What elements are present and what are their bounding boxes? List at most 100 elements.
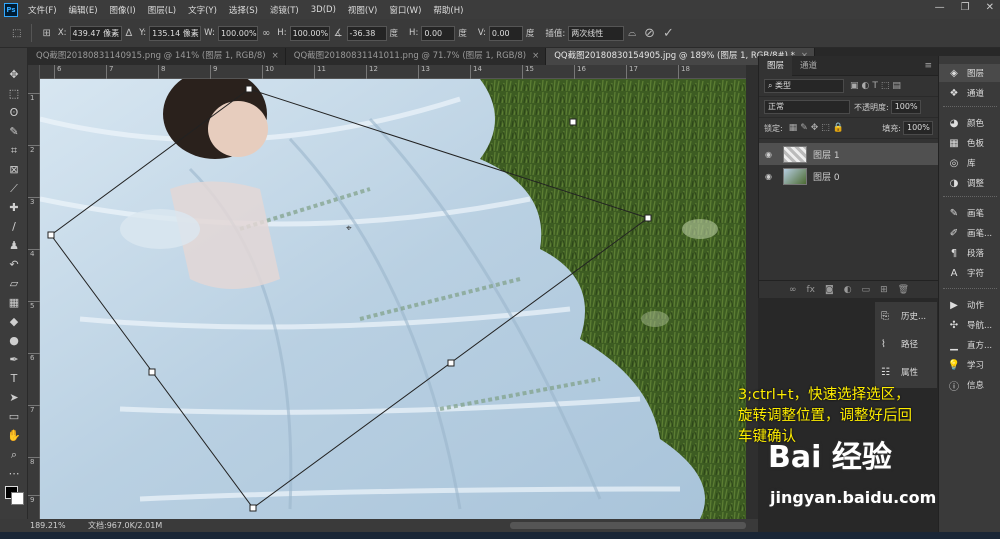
transform-handle[interactable] bbox=[644, 214, 652, 222]
tab-channels[interactable]: 通道 bbox=[792, 56, 825, 76]
paths-panel-button[interactable]: ⌇ 路径 bbox=[875, 330, 937, 358]
h-field[interactable]: 100.00% bbox=[289, 25, 330, 41]
move-tool-icon[interactable]: ✥ bbox=[7, 68, 21, 82]
tab-document-1[interactable]: QQ截图20180831140915.png @ 141% (图层 1, RGB… bbox=[28, 48, 286, 65]
fx-icon[interactable]: fx bbox=[806, 285, 815, 295]
dock-color[interactable]: ◕ 颜色 bbox=[939, 114, 1000, 132]
close-icon[interactable]: × bbox=[532, 48, 539, 65]
warp-icon[interactable]: ⌓ bbox=[628, 28, 636, 39]
dock-navigator[interactable]: ✣ 导航... bbox=[939, 316, 1000, 334]
transform-handle[interactable] bbox=[148, 368, 156, 376]
layer-row[interactable]: ◉ 图层 0 bbox=[759, 165, 938, 187]
new-layer-icon[interactable]: ⊞ bbox=[880, 285, 888, 295]
transform-handle[interactable] bbox=[249, 504, 257, 512]
cancel-transform-icon[interactable]: ⊘ bbox=[644, 26, 655, 41]
menu-select[interactable]: 选择(S) bbox=[229, 4, 258, 16]
eye-icon[interactable]: ◉ bbox=[765, 150, 777, 159]
close-icon[interactable]: × bbox=[272, 48, 279, 65]
maximize-button[interactable]: ❐ bbox=[961, 2, 970, 13]
dock-adjustments[interactable]: ◑ 调整 bbox=[939, 174, 1000, 192]
group-icon[interactable]: ▭ bbox=[862, 285, 871, 295]
gradient-tool-icon[interactable]: ▦ bbox=[7, 296, 21, 310]
pen-tool-icon[interactable]: ✒ bbox=[7, 353, 21, 367]
panel-menu-icon[interactable]: ≡ bbox=[924, 61, 932, 71]
w-field[interactable]: 100.00% bbox=[217, 25, 258, 41]
hskew-field[interactable]: 0.00 bbox=[421, 25, 456, 41]
minimize-button[interactable]: — bbox=[935, 2, 945, 13]
history-panel-button[interactable]: ⎘ 历史... bbox=[875, 302, 937, 330]
document-canvas[interactable]: ⌖ bbox=[40, 79, 746, 519]
blur-tool-icon[interactable]: ◆ bbox=[7, 315, 21, 329]
delta-icon[interactable]: ∆ bbox=[126, 28, 133, 39]
eye-icon[interactable]: ◉ bbox=[765, 172, 777, 181]
link-layers-icon[interactable]: ∞ bbox=[789, 285, 797, 295]
lasso-tool-icon[interactable]: ʘ bbox=[7, 106, 21, 120]
quick-select-tool-icon[interactable]: ✎ bbox=[7, 125, 21, 139]
interpolation-select[interactable]: 两次线性 bbox=[568, 25, 625, 41]
dock-paragraph[interactable]: ¶ 段落 bbox=[939, 244, 1000, 262]
menu-edit[interactable]: 编辑(E) bbox=[69, 4, 98, 16]
menu-filter[interactable]: 滤镜(T) bbox=[270, 4, 299, 16]
rectangle-tool-icon[interactable]: ▭ bbox=[7, 410, 21, 424]
hand-tool-icon[interactable]: ✋ bbox=[7, 429, 21, 443]
angle-field[interactable]: -36.38 bbox=[346, 25, 387, 41]
transform-handle[interactable] bbox=[245, 85, 253, 93]
transform-handle[interactable] bbox=[47, 231, 55, 239]
transform-handle[interactable] bbox=[569, 118, 577, 126]
free-transform-bounding-box[interactable]: ⌖ bbox=[40, 79, 746, 519]
fill-field[interactable]: 100% bbox=[903, 121, 933, 135]
layer-kind-filter[interactable]: ⌕ 类型 bbox=[764, 79, 844, 93]
properties-panel-button[interactable]: ☷ 属性 bbox=[875, 358, 937, 386]
dock-swatches[interactable]: ▦ 色板 bbox=[939, 134, 1000, 152]
menu-image[interactable]: 图像(I) bbox=[110, 4, 136, 16]
frame-tool-icon[interactable]: ⊠ bbox=[7, 163, 21, 177]
vertical-scrollbar[interactable] bbox=[746, 65, 758, 519]
marquee-tool-icon[interactable]: ⬚ bbox=[7, 87, 21, 101]
dock-layers[interactable]: ◈ 图层 bbox=[939, 64, 1000, 82]
menu-file[interactable]: 文件(F) bbox=[28, 4, 57, 16]
reference-point-icon[interactable]: ⊞ bbox=[42, 28, 50, 39]
transform-handle[interactable] bbox=[447, 359, 455, 367]
layer-row[interactable]: ◉ 图层 1 bbox=[759, 143, 938, 165]
menu-layer[interactable]: 图层(L) bbox=[148, 4, 176, 16]
more-tools-icon[interactable]: ⋯ bbox=[7, 467, 21, 481]
lock-icons[interactable]: ▦✎✥⬚🔒 bbox=[789, 123, 847, 133]
menu-help[interactable]: 帮助(H) bbox=[433, 4, 463, 16]
type-tool-icon[interactable]: T bbox=[7, 372, 21, 386]
stamp-tool-icon[interactable]: ♟ bbox=[7, 239, 21, 253]
menu-view[interactable]: 视图(V) bbox=[348, 4, 377, 16]
vskew-field[interactable]: 0.00 bbox=[488, 25, 523, 41]
tab-document-2[interactable]: QQ截图20180831141011.png @ 71.7% (图层 1, RG… bbox=[286, 48, 547, 65]
close-button[interactable]: ✕ bbox=[986, 2, 994, 13]
dock-channels[interactable]: ❖ 通道 bbox=[939, 84, 1000, 102]
dock-learn[interactable]: 💡 学习 bbox=[939, 356, 1000, 374]
history-brush-icon[interactable]: ↶ bbox=[7, 258, 21, 272]
zoom-level[interactable]: 189.21% bbox=[30, 521, 88, 530]
opacity-field[interactable]: 100% bbox=[890, 100, 921, 114]
eraser-tool-icon[interactable]: ▱ bbox=[7, 277, 21, 291]
dock-libraries[interactable]: ◎ 库 bbox=[939, 154, 1000, 172]
dock-histogram[interactable]: ▁ 直方... bbox=[939, 336, 1000, 354]
healing-brush-icon[interactable]: ✚ bbox=[7, 201, 21, 215]
menu-type[interactable]: 文字(Y) bbox=[188, 4, 217, 16]
tab-layers[interactable]: 图层 bbox=[759, 55, 793, 76]
adjustment-layer-icon[interactable]: ◐ bbox=[844, 285, 852, 295]
commit-transform-icon[interactable]: ✓ bbox=[663, 26, 674, 41]
x-field[interactable]: 439.47 像素 bbox=[69, 25, 122, 41]
document-size[interactable]: 文档:967.0K/2.01M bbox=[88, 520, 162, 531]
mask-icon[interactable]: ◙ bbox=[825, 285, 834, 295]
horizontal-scrollbar[interactable] bbox=[510, 522, 746, 529]
path-select-tool-icon[interactable]: ➤ bbox=[7, 391, 21, 405]
background-color-swatch[interactable] bbox=[11, 492, 24, 505]
dock-character[interactable]: A 字符 bbox=[939, 264, 1000, 282]
y-field[interactable]: 135.14 像素 bbox=[149, 25, 202, 41]
eyedropper-tool-icon[interactable]: ⟋ bbox=[7, 182, 21, 196]
filter-icons[interactable]: ▣◐T⬚▤ bbox=[850, 81, 904, 91]
zoom-tool-icon[interactable]: ⌕ bbox=[7, 448, 21, 462]
blend-mode-select[interactable]: 正常 bbox=[764, 100, 850, 114]
dodge-tool-icon[interactable]: ● bbox=[7, 334, 21, 348]
crop-tool-icon[interactable]: ⌗ bbox=[7, 144, 21, 158]
dock-brush[interactable]: ✎ 画笔 bbox=[939, 204, 1000, 222]
menu-window[interactable]: 窗口(W) bbox=[389, 4, 421, 16]
dock-brush-presets[interactable]: ✐ 画笔... bbox=[939, 224, 1000, 242]
